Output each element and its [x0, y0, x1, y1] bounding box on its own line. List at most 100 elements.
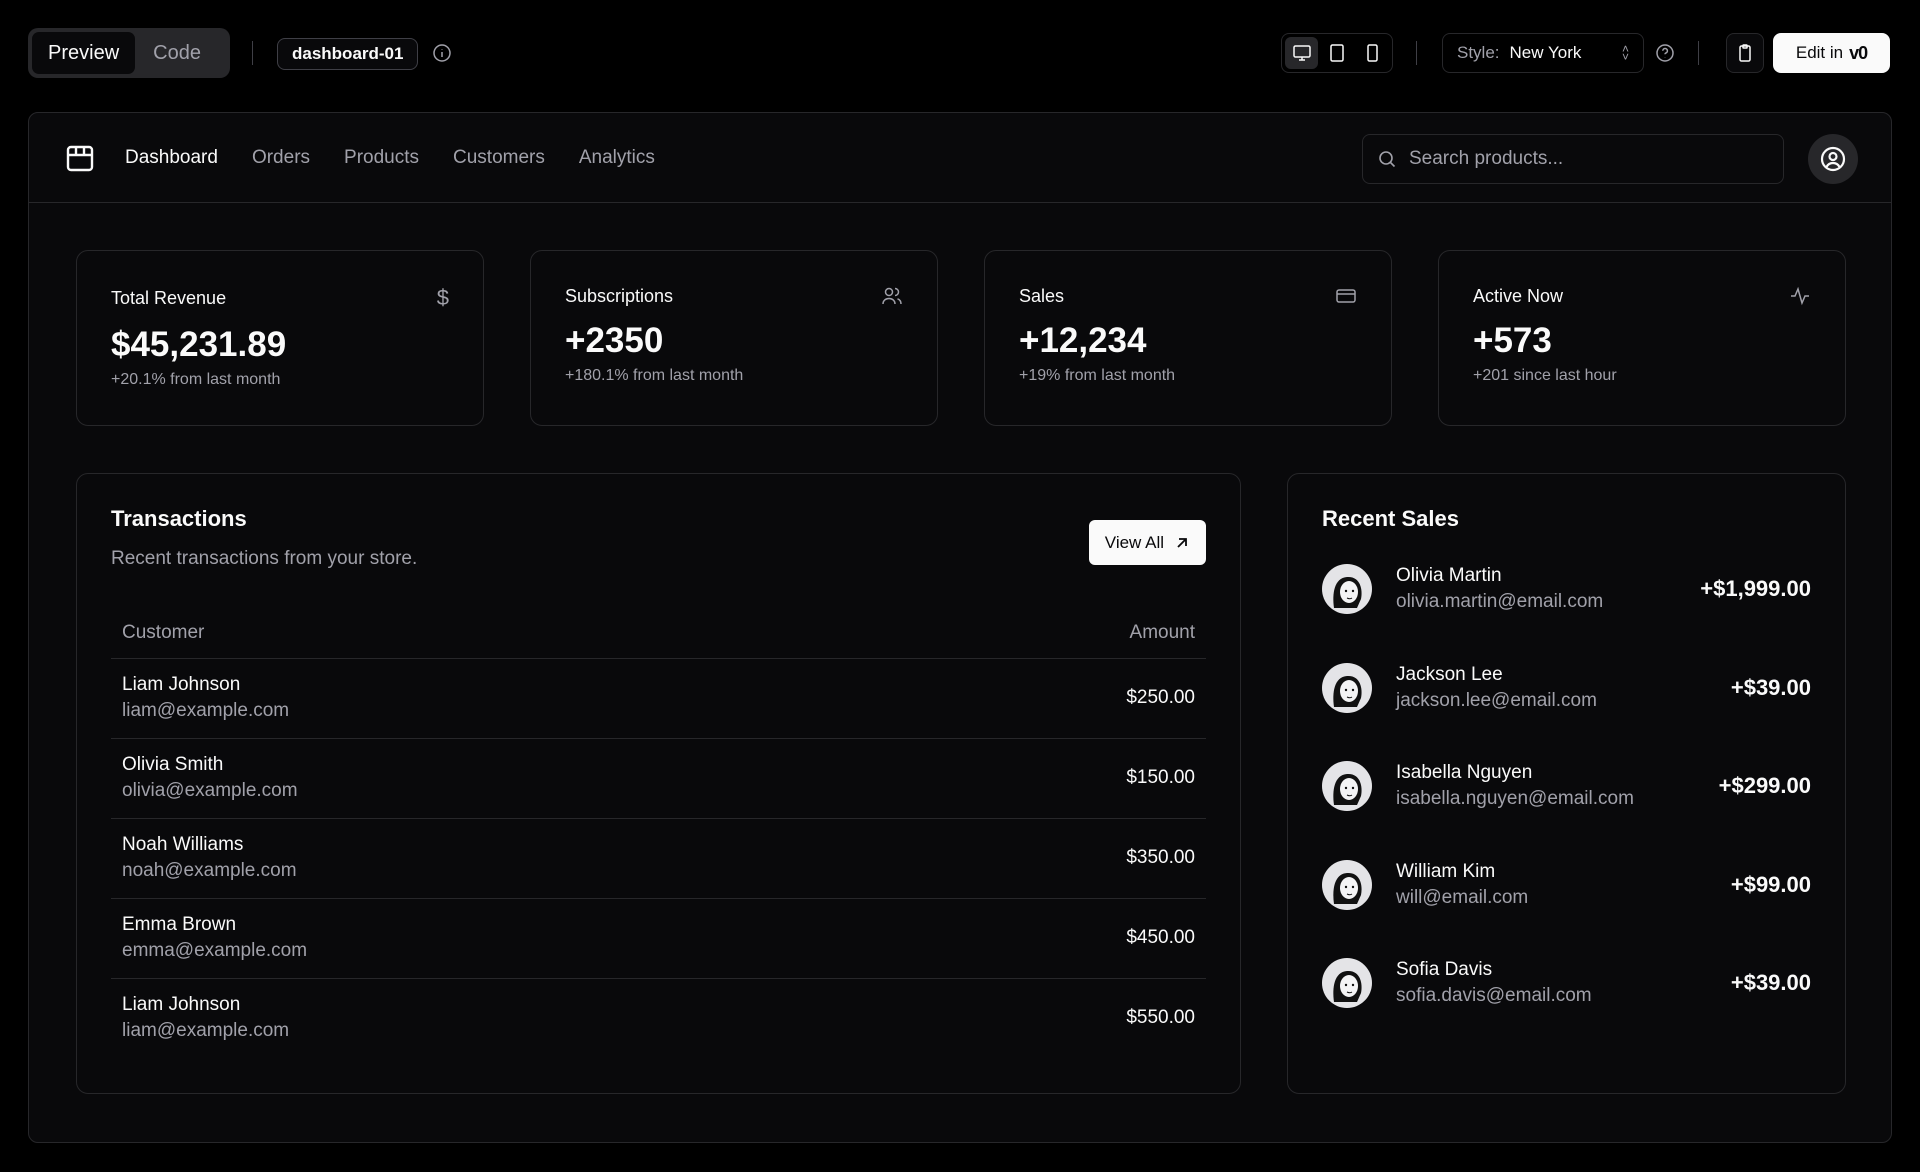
activity-icon — [1791, 286, 1809, 306]
sale-amount: +$39.00 — [1730, 970, 1811, 996]
search-icon — [1379, 151, 1396, 168]
customer-email: liam@example.com — [122, 700, 290, 721]
preview-panel: Dashboard Orders Products Customers Anal… — [28, 112, 1892, 1143]
v0-logo: v0 — [1849, 42, 1868, 63]
customer-name: Emma Brown — [122, 914, 237, 935]
tab-code[interactable]: Code — [137, 32, 217, 74]
stat-change: +19% from last month — [1019, 367, 1176, 384]
desktop-view-button[interactable] — [1285, 37, 1319, 69]
dollar-icon: $ — [436, 285, 449, 310]
amount: $350.00 — [872, 818, 1206, 899]
transactions-description: Recent transactions from your store. — [111, 548, 418, 569]
search-input[interactable] — [1409, 148, 1749, 170]
nav-dashboard[interactable]: Dashboard — [125, 147, 218, 169]
sale-amount: +$99.00 — [1730, 871, 1811, 897]
recent-sales-title: Recent Sales — [1322, 506, 1459, 531]
nav-customers[interactable]: Customers — [453, 147, 545, 169]
style-label: Style: — [1457, 43, 1500, 62]
transactions-title: Transactions — [111, 506, 247, 531]
list-item: William Kim will@email.com +$99.00 — [1322, 836, 1811, 935]
tablet-icon — [1330, 44, 1344, 62]
stat-value: +573 — [1473, 321, 1552, 360]
stat-change: +180.1% from last month — [565, 367, 744, 384]
clipboard-icon — [1739, 44, 1751, 62]
customer-name: Noah Williams — [122, 834, 244, 855]
table-row[interactable]: Olivia Smith olivia@example.com $150.00 — [111, 738, 1206, 819]
amount: $450.00 — [872, 898, 1206, 979]
nav-analytics[interactable]: Analytics — [579, 147, 655, 169]
stat-card-active-now: Active Now +573 +201 since last hour — [1438, 250, 1846, 426]
top-nav: Dashboard Orders Products Customers Anal… — [29, 113, 1891, 203]
phone-icon — [1367, 44, 1379, 62]
customer-name: Olivia Martin — [1396, 565, 1502, 587]
edit-in-v0-button[interactable]: Edit in v0 — [1773, 33, 1890, 73]
customer-name: Isabella Nguyen — [1396, 762, 1533, 784]
customer-email: noah@example.com — [122, 860, 297, 881]
table-row[interactable]: Liam Johnson liam@example.com $550.00 — [111, 978, 1206, 1058]
stat-value: $45,231.89 — [111, 325, 287, 364]
customer-email: sofia.davis@email.com — [1396, 985, 1592, 1007]
transactions-table: Customer Amount Liam Johnson liam@example… — [111, 608, 1206, 1058]
chevron-up-down-icon: ˄ ˅ — [1621, 42, 1629, 64]
customer-email: will@email.com — [1396, 886, 1529, 908]
list-item: Sofia Davis sofia.davis@email.com +$39.00 — [1322, 934, 1811, 1033]
customer-email: olivia.martin@email.com — [1396, 591, 1604, 613]
recent-sales-card: Recent Sales Olivia Martin olivia.martin@… — [1287, 473, 1846, 1094]
nav-orders[interactable]: Orders — [252, 147, 310, 169]
view-toggle: Preview Code — [28, 28, 230, 78]
table-row[interactable]: Noah Williams noah@example.com $350.00 — [111, 818, 1206, 899]
style-select[interactable]: Style: New York ˄ ˅ — [1442, 33, 1644, 73]
amount: $550.00 — [1126, 1007, 1195, 1029]
monitor-icon — [1292, 45, 1311, 61]
mobile-view-button[interactable] — [1356, 37, 1389, 69]
divider — [252, 41, 253, 65]
help-icon[interactable] — [1655, 43, 1675, 68]
stat-value: +2350 — [565, 321, 664, 360]
avatar — [1322, 662, 1372, 713]
stat-title: Subscriptions — [565, 285, 674, 306]
info-icon[interactable] — [432, 43, 452, 68]
sale-amount: +$39.00 — [1730, 674, 1811, 700]
amount: $150.00 — [872, 738, 1206, 819]
stat-card-sales: Sales +12,234 +19% from last month — [984, 250, 1392, 426]
arrow-up-right-icon — [1177, 537, 1187, 548]
customer-name: William Kim — [1396, 860, 1496, 882]
list-item: Jackson Lee jackson.lee@email.com +$39.00 — [1322, 639, 1811, 738]
style-value: New York — [1509, 43, 1582, 62]
customer-name: Olivia Smith — [122, 754, 224, 775]
avatar — [1322, 761, 1372, 812]
stat-card-subscriptions: Subscriptions +2350 +180.1% from last mo… — [530, 250, 938, 426]
edit-label: Edit in — [1795, 43, 1844, 62]
copy-button[interactable] — [1726, 33, 1764, 73]
customer-name: Sofia Davis — [1396, 959, 1493, 981]
tablet-view-button[interactable] — [1320, 37, 1353, 69]
avatar — [1322, 859, 1372, 910]
view-all-button[interactable]: View All — [1088, 520, 1206, 565]
avatar — [1322, 564, 1372, 615]
tab-preview[interactable]: Preview — [32, 32, 136, 74]
user-circle-icon — [1820, 146, 1846, 172]
stat-title: Total Revenue — [111, 287, 227, 308]
column-header-amount: Amount — [872, 608, 1206, 659]
block-name-chip: dashboard-01 — [277, 38, 419, 70]
table-row[interactable]: Liam Johnson liam@example.com $250.00 — [111, 658, 1206, 739]
stat-title: Sales — [1019, 285, 1065, 306]
customer-name: Liam Johnson — [122, 674, 241, 695]
transactions-card: Transactions Recent transactions from yo… — [76, 473, 1241, 1094]
stat-title: Active Now — [1473, 285, 1564, 306]
customer-email: jackson.lee@email.com — [1396, 689, 1597, 711]
credit-card-icon — [1336, 289, 1356, 303]
customer-name: Jackson Lee — [1396, 663, 1503, 685]
customer-email: isabella.nguyen@email.com — [1396, 788, 1634, 810]
stat-change: +20.1% from last month — [111, 371, 281, 388]
device-toggle — [1281, 33, 1393, 73]
table-row[interactable]: Emma Brown emma@example.com $450.00 — [111, 898, 1206, 979]
customer-name: Liam Johnson — [122, 994, 241, 1016]
user-menu-button[interactable] — [1808, 134, 1858, 184]
stat-card-total-revenue: Total Revenue $ $45,231.89 +20.1% from la… — [76, 250, 484, 426]
divider — [1698, 41, 1699, 65]
package-icon[interactable] — [65, 143, 95, 173]
customer-email: emma@example.com — [122, 940, 308, 961]
search-box — [1362, 134, 1784, 184]
nav-products[interactable]: Products — [344, 147, 419, 169]
